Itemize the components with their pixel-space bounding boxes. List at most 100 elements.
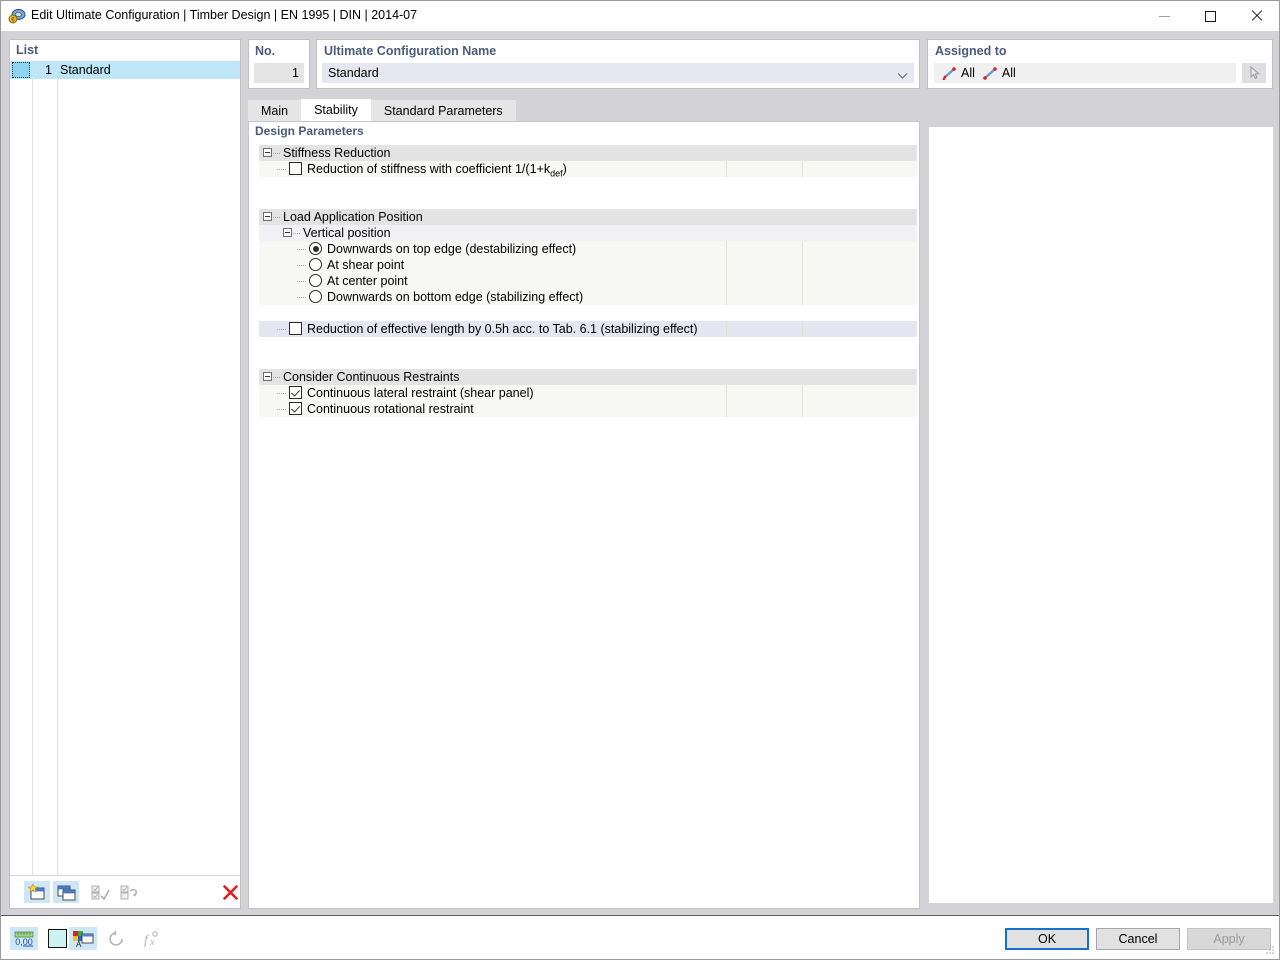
row-selector[interactable] (12, 62, 30, 78)
cell-separator (802, 289, 803, 305)
new-configuration-button[interactable] (24, 881, 50, 903)
display-properties-button[interactable]: A (69, 927, 97, 950)
cell-separator (802, 385, 803, 401)
resize-grip[interactable] (1264, 944, 1276, 956)
assigned-member-sets[interactable]: All (983, 66, 1016, 80)
assigned-to-panel: Assigned to All All (927, 39, 1273, 89)
delete-configuration-button[interactable] (217, 881, 243, 903)
cell-separator (802, 161, 803, 177)
tree-guide (277, 329, 287, 330)
assigned-member-sets-label: All (1001, 66, 1016, 80)
apply-button: Apply (1187, 928, 1271, 950)
assigned-to-label: Assigned to (935, 44, 1007, 58)
collapse-icon[interactable] (263, 148, 272, 157)
cell-separator (802, 257, 803, 273)
tree-radio-row[interactable]: At shear point (259, 257, 917, 273)
tree-radio-row[interactable]: At center point (259, 273, 917, 289)
tree-checkbox-row[interactable]: Reduction of effective length by 0.5h ac… (259, 321, 917, 337)
tree-checkbox-row[interactable]: Reduction of stiffness with coefficient … (259, 161, 917, 179)
tree-guide (277, 169, 287, 170)
cancel-button[interactable]: Cancel (1096, 928, 1180, 950)
maximize-icon[interactable] (1187, 1, 1233, 31)
tree-guide (293, 233, 301, 234)
assigned-members[interactable]: All (942, 66, 975, 80)
configuration-list-panel: List 1 Standard (9, 39, 241, 909)
list-grid-line (57, 61, 58, 887)
tab-stability[interactable]: Stability (301, 99, 371, 121)
tree-radio-row[interactable]: Downwards on bottom edge (stabilizing ef… (259, 289, 917, 305)
tree-item-label: Continuous lateral restraint (shear pane… (307, 386, 534, 400)
cursor-pick-icon (1250, 66, 1260, 80)
tree-guide (297, 297, 307, 298)
cell-separator (802, 401, 803, 417)
tree-group-row[interactable]: Load Application Position (259, 209, 917, 225)
tree-checkbox-row[interactable]: Continuous rotational restraint (259, 401, 917, 417)
chevron-down-icon[interactable] (897, 69, 908, 79)
tab-main[interactable]: Main (248, 100, 302, 121)
members-icon (942, 66, 956, 80)
list-item-number: 1 (45, 63, 52, 77)
number-panel: No. 1 (248, 39, 310, 89)
design-parameters-tree[interactable]: Stiffness Reduction Reduction of stiffne… (259, 145, 917, 897)
checkbox-continuous-rotational-restraint[interactable] (289, 402, 302, 415)
cell-separator (726, 257, 727, 273)
configuration-name-value: Standard (328, 66, 379, 80)
assigned-to-field[interactable]: All All (934, 63, 1236, 83)
configuration-list[interactable]: 1 Standard (10, 61, 240, 887)
tree-group-row[interactable]: Stiffness Reduction (259, 145, 917, 161)
list-item-label: Standard (60, 63, 111, 77)
tab-standard-parameters[interactable]: Standard Parameters (370, 100, 516, 121)
check-configuration-button (87, 881, 113, 903)
tree-item-label: Continuous rotational restraint (307, 402, 474, 416)
ok-button[interactable]: OK (1005, 928, 1089, 950)
list-item[interactable]: 1 Standard (10, 61, 240, 79)
name-label: Ultimate Configuration Name (324, 44, 497, 58)
checkbox-reduction-of-effective-length[interactable] (289, 322, 302, 335)
collapse-icon[interactable] (283, 228, 292, 237)
tree-guide (277, 409, 287, 410)
tree-radio-row[interactable]: Downwards on top edge (destabilizing eff… (259, 241, 917, 257)
cell-separator (802, 273, 803, 289)
checkbox-reduction-of-stiffness[interactable] (289, 162, 302, 175)
tree-item-label: Reduction of effective length by 0.5h ac… (307, 322, 698, 336)
preview-panel (929, 127, 1273, 903)
tree-group-label: Stiffness Reduction (283, 146, 391, 160)
cell-separator (802, 241, 803, 257)
close-icon[interactable] (1233, 1, 1279, 31)
radio-at-center-point[interactable] (309, 274, 322, 287)
tree-subgroup-row[interactable]: Vertical position (259, 225, 917, 241)
color-swatch (47, 929, 67, 948)
cell-separator (726, 161, 727, 177)
tree-checkbox-row[interactable]: Continuous lateral restraint (shear pane… (259, 385, 917, 401)
member-sets-icon (983, 66, 997, 80)
cell-separator (726, 241, 727, 257)
list-toolbar (10, 875, 240, 908)
configuration-name-combobox[interactable]: Standard (322, 63, 914, 83)
collapse-icon[interactable] (263, 212, 272, 221)
tree-group-row[interactable]: Consider Continuous Restraints (259, 369, 917, 385)
tree-spacer-row (259, 193, 917, 209)
checkbox-continuous-lateral-restraint[interactable] (289, 386, 302, 399)
tree-guide (273, 217, 281, 218)
tree-item-label: Downwards on top edge (destabilizing eff… (327, 242, 577, 256)
cell-separator (726, 401, 727, 417)
tab-bar: Main Stability Standard Parameters (248, 99, 516, 121)
radio-downwards-top-edge[interactable] (309, 242, 322, 255)
select-in-graphic-button[interactable] (1242, 63, 1266, 83)
tree-guide (297, 281, 307, 282)
dialog-window: 6 Edit Ultimate Configuration | Timber D… (0, 0, 1280, 960)
design-parameters-header: Design Parameters (249, 122, 919, 139)
minimize-icon[interactable] (1141, 1, 1187, 31)
decimal-places-button[interactable]: 0,00 (10, 927, 38, 950)
radio-downwards-bottom-edge[interactable] (309, 290, 322, 303)
tree-group-label: Consider Continuous Restraints (283, 370, 460, 384)
copy-configuration-button[interactable] (53, 881, 79, 903)
list-grid-line (32, 61, 33, 887)
tree-guide (277, 393, 287, 394)
tree-spacer-row (259, 353, 917, 369)
collapse-icon[interactable] (263, 372, 272, 381)
color-swatch-button[interactable] (43, 927, 71, 950)
radio-at-shear-point[interactable] (309, 258, 322, 271)
tree-subgroup-label: Vertical position (303, 226, 391, 240)
bottom-bar: 0,00 A f x OK Cancel Apply (1, 915, 1279, 959)
